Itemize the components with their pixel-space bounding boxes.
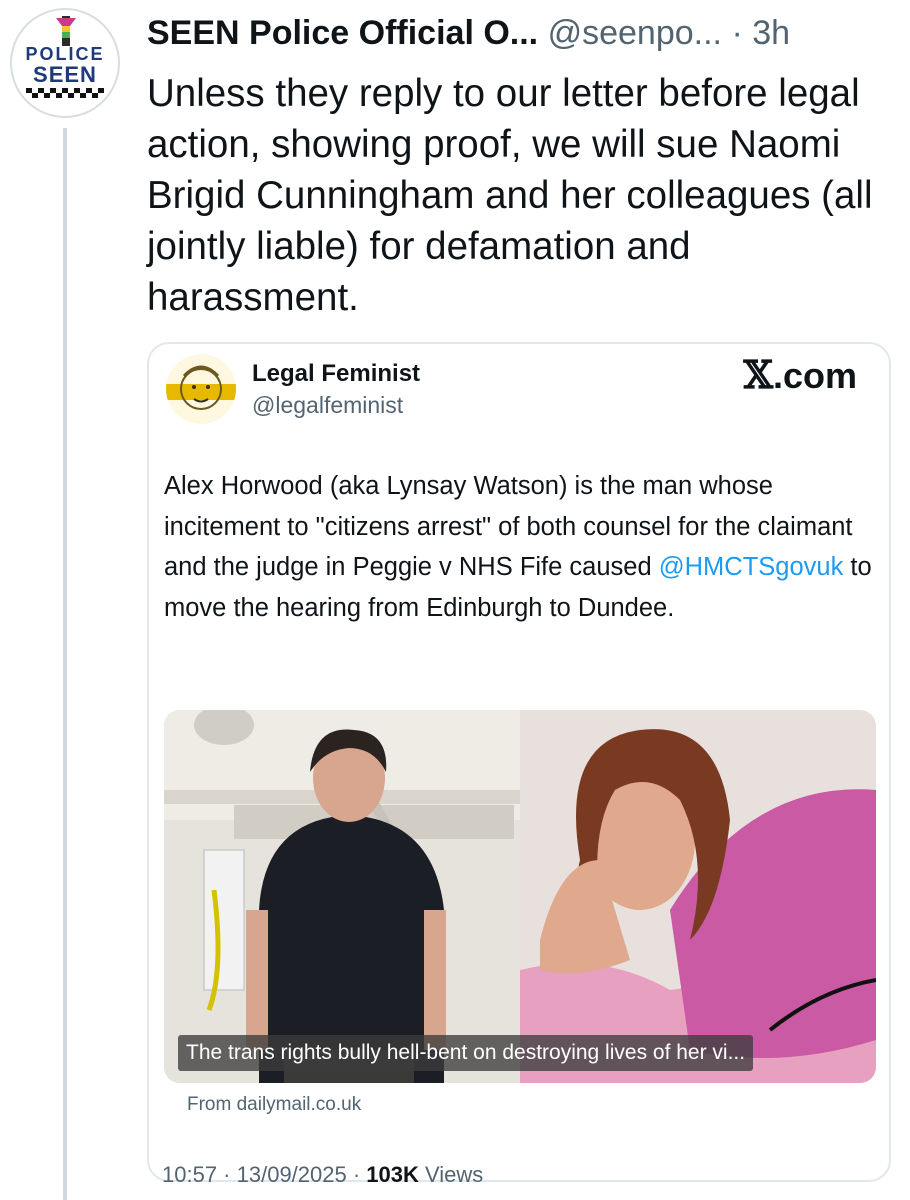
link-source[interactable]: From dailymail.co.uk (187, 1094, 361, 1116)
x-logo-icon: 𝕏 (743, 352, 773, 397)
meta-separator: · (217, 1162, 237, 1187)
mention-link[interactable]: @HMCTSgovuk (659, 553, 844, 581)
photo-man-hospital (164, 710, 520, 1083)
thread-line (63, 128, 67, 1200)
time-separator: · (731, 14, 743, 52)
svg-text:POLICE: POLICE (25, 44, 104, 64)
legal-feminist-logo-icon (166, 354, 236, 424)
photo-woman-pink-top (520, 710, 876, 1083)
brand-domain: .com (772, 355, 857, 396)
link-preview-image[interactable]: The trans rights bully hell-bent on dest… (164, 710, 876, 1083)
tweet-timestamp[interactable]: 3h (752, 14, 790, 52)
quoted-date[interactable]: 13/09/2025 (237, 1162, 347, 1187)
quoted-tweet-text: Alex Horwood (aka Lynsay Watson) is the … (164, 466, 884, 628)
x-com-brand: 𝕏.com (743, 352, 857, 397)
quoted-tweet-meta: 10:57 · 13/09/2025 · 103K Views (162, 1162, 483, 1188)
legal-feminist-avatar[interactable] (166, 354, 236, 424)
svg-text:SEEN: SEEN (33, 62, 97, 87)
quoted-display-name[interactable]: Legal Feminist (252, 360, 420, 388)
quoted-time[interactable]: 10:57 (162, 1162, 217, 1187)
author-handle[interactable]: @seenpo... (548, 14, 722, 52)
quoted-tweet-card[interactable]: Legal Feminist @legalfeminist 𝕏.com Alex… (147, 342, 891, 1187)
tweet-header: SEEN Police Official O... @seenpo... · 3… (147, 10, 907, 56)
views-count: 103K (366, 1162, 419, 1187)
media-caption: The trans rights bully hell-bent on dest… (178, 1035, 754, 1071)
seen-police-logo-icon: POLICE SEEN (25, 16, 104, 98)
author-display-name[interactable]: SEEN Police Official O... (147, 14, 538, 52)
quoted-handle[interactable]: @legalfeminist (252, 392, 403, 419)
meta-separator: · (346, 1162, 367, 1187)
tweet-text: Unless they reply to our letter before l… (147, 72, 873, 319)
views-label: Views (418, 1162, 484, 1187)
seen-police-avatar[interactable]: POLICE SEEN (10, 8, 120, 118)
